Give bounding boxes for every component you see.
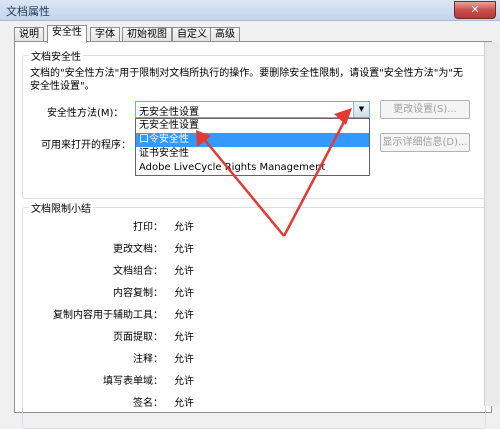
restriction-summary-title: 文档限制小结 [29,200,93,215]
security-method-label: 安全性方法(M)： [47,108,124,119]
document-assembly-label: 文档组合： [113,266,163,277]
page-extraction-value: 允许 [174,332,194,343]
form-fill-value: 允许 [174,376,194,387]
print-label: 打印： [133,222,163,233]
security-method-select[interactable]: 无安全性设置 ▼ [135,101,370,118]
tab-initial-view[interactable]: 初始视图 [122,27,172,42]
tab-advanced[interactable]: 高级 [210,27,240,42]
security-method-dropdown: 无安全性设置 口令安全性 证书安全性 Adobe LiveCycle Right… [135,118,370,176]
document-assembly-value: 允许 [174,266,194,277]
signing-value: 允许 [174,398,194,409]
change-settings-button[interactable]: 更改设置(S)... [380,100,470,119]
tab-security[interactable]: 安全性 [47,25,87,43]
vertical-scrollbar[interactable] [484,42,499,406]
chevron-down-icon[interactable]: ▼ [353,102,369,117]
change-document-label: 更改文档： [113,244,163,255]
security-method-value: 无安全性设置 [139,107,199,118]
tab-description[interactable]: 说明 [14,27,44,42]
restriction-summary-group: 文档限制小结 打印： 允许 更改文档： 允许 文档组合： 允许 内容复制： 允许… [22,200,486,429]
security-description-line2: 安全性设置"。 [30,81,95,92]
close-button[interactable]: ✕ [454,1,496,19]
change-document-value: 允许 [174,244,194,255]
option-certificate-security[interactable]: 证书安全性 [136,147,369,161]
content-copy-value: 允许 [174,288,194,299]
print-value: 允许 [174,222,194,233]
document-security-group: 文档安全性 文档的"安全性方法"用于限制对文档所执行的操作。要删除安全性限制，请… [22,48,486,199]
open-with-label: 可用来打开的程序： [41,140,131,151]
accessibility-copy-label: 复制内容用于辅助工具： [53,310,163,321]
option-password-security[interactable]: 口令安全性 [136,133,369,147]
show-details-button[interactable]: 显示详细信息(D)... [380,133,470,152]
tab-fonts[interactable]: 字体 [90,27,120,42]
signing-label: 签名： [133,398,163,409]
comments-value: 允许 [174,354,194,365]
tab-custom[interactable]: 自定义 [172,27,212,42]
form-fill-label: 填写表单域： [103,376,163,387]
document-security-title: 文档安全性 [29,48,83,63]
security-tab-panel: 文档安全性 文档的"安全性方法"用于限制对文档所执行的操作。要删除安全性限制，请… [14,41,492,429]
window-title: 文档属性 [6,5,50,18]
title-bar: 文档属性 ✕ [0,0,500,21]
accessibility-copy-value: 允许 [174,310,194,321]
option-no-security[interactable]: 无安全性设置 [136,119,369,133]
option-livecycle-rights[interactable]: Adobe LiveCycle Rights Management [136,161,369,175]
content-copy-label: 内容复制： [113,288,163,299]
comments-label: 注释： [133,354,163,365]
page-extraction-label: 页面提取： [113,332,163,343]
security-description-line1: 文档的"安全性方法"用于限制对文档所执行的操作。要删除安全性限制，请设置"安全性… [30,68,463,79]
